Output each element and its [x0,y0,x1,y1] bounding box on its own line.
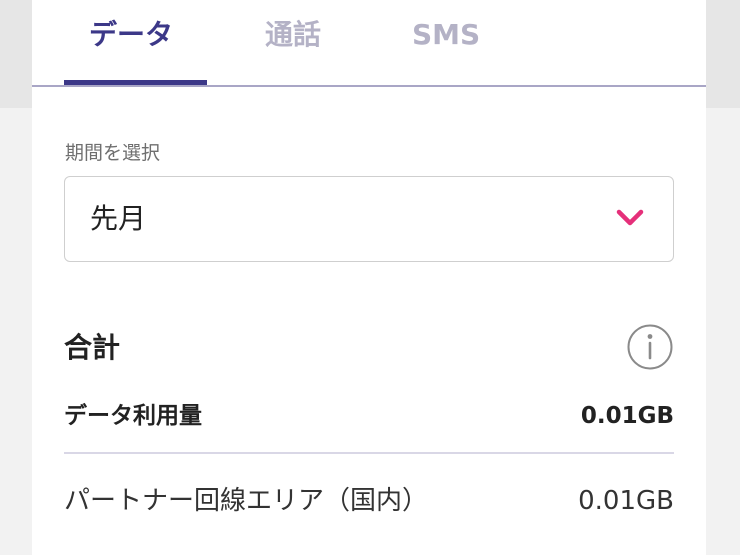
period-selected-value: 先月 [90,202,147,235]
tab-data[interactable]: データ [89,15,173,55]
info-icon[interactable] [626,323,674,371]
chevron-down-icon [616,209,644,226]
period-label: 期間を選択 [65,142,161,164]
divider [64,452,674,454]
tab-sms[interactable]: SMS [412,15,480,55]
total-usage-value: 0.01GB [580,403,674,429]
tab-calls[interactable]: 通話 [265,15,321,55]
total-usage-label: データ利用量 [64,403,202,429]
usage-detail-value: 0.01GB [578,486,674,516]
active-tab-indicator [64,80,207,85]
period-select[interactable]: 先月 [64,176,674,262]
usage-card: データ 通話 SMS 期間を選択 先月 合計 データ利用量 0.01GB パート… [32,0,706,555]
summary-title: 合計 [64,331,121,364]
usage-detail-label: パートナー回線エリア（国内） [64,486,429,516]
total-usage-row: データ利用量 0.01GB [64,394,674,438]
tab-bar: データ 通話 SMS [32,0,706,87]
usage-detail-row: パートナー回線エリア（国内） 0.01GB [64,479,674,523]
